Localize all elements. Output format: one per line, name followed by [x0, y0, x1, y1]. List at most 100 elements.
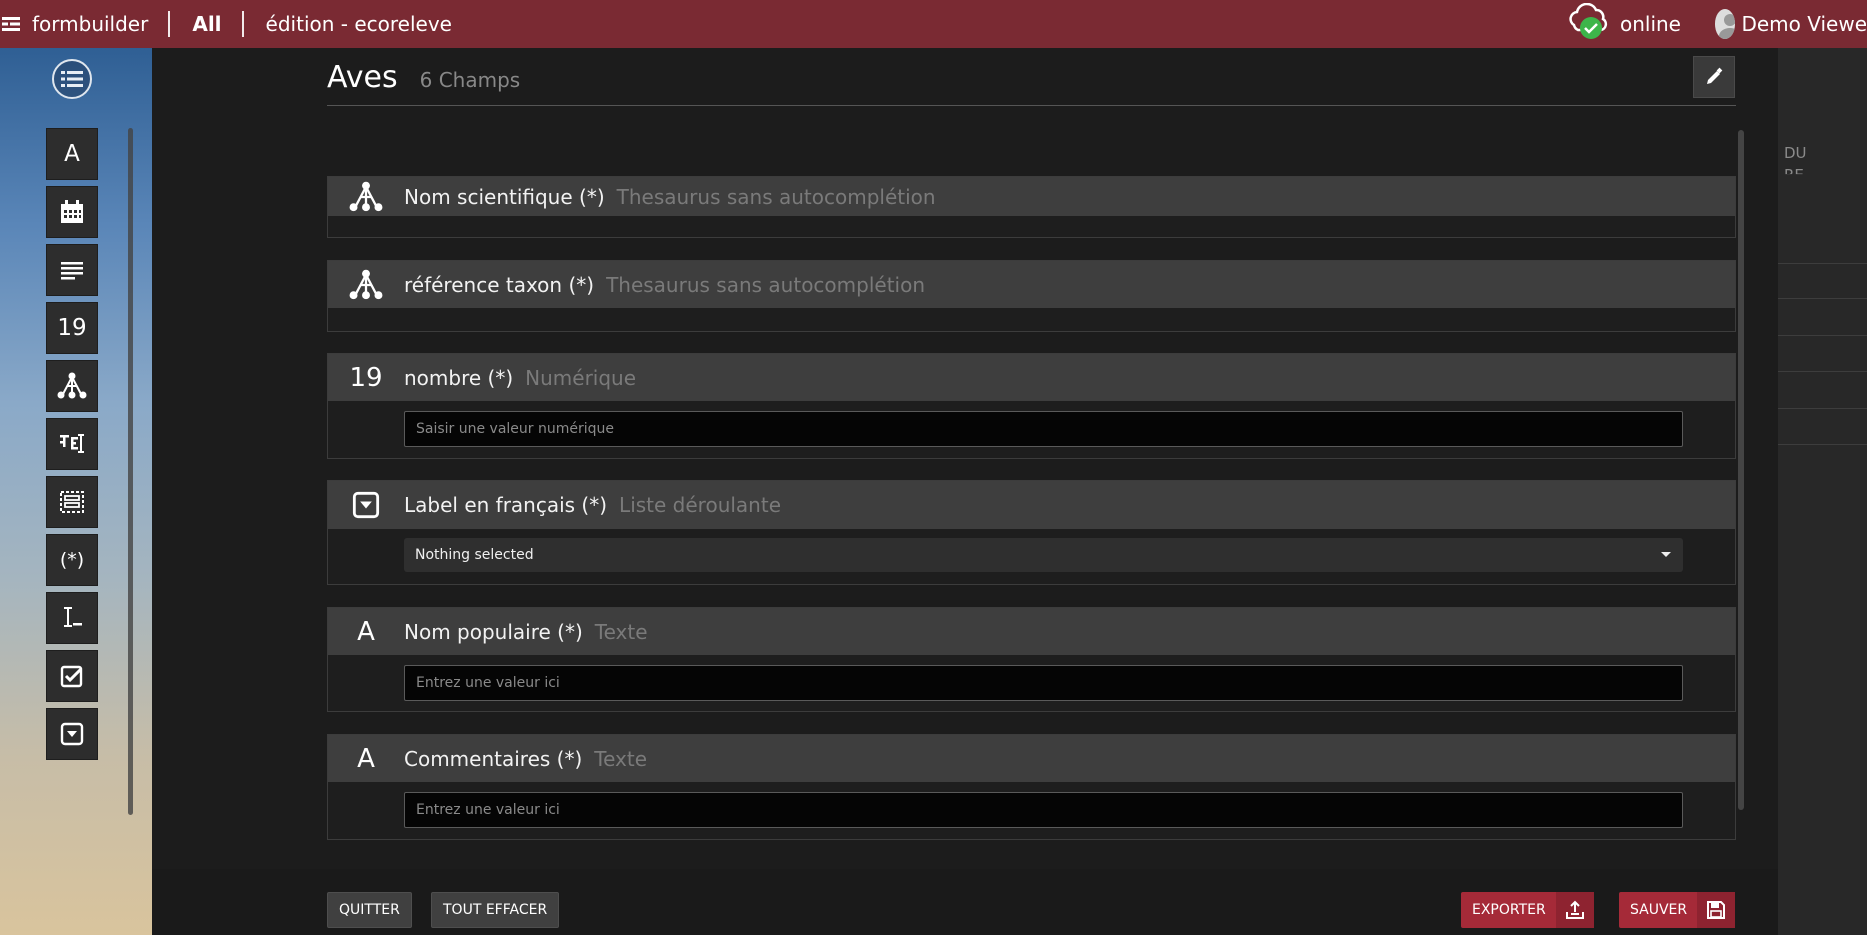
label-select[interactable]: Nothing selected: [404, 538, 1683, 572]
divider: [1778, 444, 1867, 445]
form-header: Aves 6 Champs: [327, 60, 1736, 106]
field-card[interactable]: A Nom populaire (*) Texte Entrez une val…: [327, 607, 1736, 712]
popular-name-input[interactable]: Entrez une valeur ici: [404, 665, 1683, 701]
subform-field-tool[interactable]: [46, 476, 98, 528]
select-value: Nothing selected: [415, 547, 534, 563]
divider: [1778, 335, 1867, 336]
thesaurus-icon: [328, 181, 404, 213]
field-type: Thesaurus sans autocomplétion: [616, 184, 936, 209]
avatar[interactable]: [1715, 9, 1736, 39]
divider: [1778, 408, 1867, 409]
divider: [168, 11, 171, 37]
list-view-button[interactable]: [52, 59, 92, 99]
export-icon: [1555, 892, 1594, 928]
tool-sidebar: A 19 (*): [0, 48, 152, 935]
field-card[interactable]: 19 nombre (*) Numérique Saisir une valeu…: [327, 353, 1736, 459]
dropdown-field-tool[interactable]: [46, 708, 98, 760]
text-icon: A: [357, 616, 375, 647]
thesaurus-field-tool[interactable]: [46, 360, 98, 412]
textarea-field-tool[interactable]: [46, 244, 98, 296]
calendar-icon: [61, 200, 83, 223]
field-list: Nom scientifique (*) Thesaurus sans auto…: [327, 128, 1736, 853]
field-type: Liste déroulante: [619, 493, 781, 517]
field-name: référence taxon (*): [404, 272, 595, 297]
form-title: Aves: [327, 60, 398, 95]
field-name: Label en français (*): [404, 493, 608, 517]
text-cursor-icon: [64, 607, 82, 627]
text-icon: A: [64, 141, 80, 167]
number-icon: 19: [349, 362, 383, 393]
thesaurus-icon: [328, 269, 404, 301]
subform-icon: [60, 491, 84, 513]
field-header[interactable]: référence taxon (*) Thesaurus sans autoc…: [328, 261, 1735, 308]
panel-text-fragment: RE: [1784, 166, 1804, 184]
clear-all-button[interactable]: TOUT EFFACER: [431, 892, 560, 928]
comments-input[interactable]: Entrez une valeur ici: [404, 792, 1683, 828]
field-header[interactable]: Label en français (*) Liste déroulante: [328, 481, 1735, 529]
connection-status: online: [1566, 2, 1681, 46]
field-header[interactable]: 19 nombre (*) Numérique: [328, 354, 1735, 401]
field-type: Texte: [594, 746, 648, 771]
right-panel: DU RE: [1778, 48, 1867, 935]
quit-button[interactable]: QUITTER: [327, 892, 412, 928]
brand[interactable]: formbuilder: [0, 12, 148, 36]
autocomplete-field-tool[interactable]: [46, 418, 98, 470]
text-cursor-field-tool[interactable]: [46, 592, 98, 644]
field-header[interactable]: A Commentaires (*) Texte: [328, 735, 1735, 782]
user-name[interactable]: Demo Viewe: [1741, 12, 1867, 36]
thesaurus-icon: [57, 372, 87, 399]
textarea-icon: [61, 262, 83, 280]
field-type: Thesaurus sans autocomplétion: [606, 272, 926, 297]
pattern-icon: (*): [59, 549, 85, 571]
field-card[interactable]: référence taxon (*) Thesaurus sans autoc…: [327, 260, 1736, 332]
number-icon: 19: [57, 315, 87, 341]
online-label: online: [1619, 12, 1681, 36]
field-header[interactable]: A Nom populaire (*) Texte: [328, 608, 1735, 655]
number-input[interactable]: Saisir une valeur numérique: [404, 411, 1683, 447]
field-count: 6 Champs: [419, 68, 521, 92]
context-label[interactable]: édition - ecoreleve: [266, 12, 452, 36]
pencil-icon: [1707, 67, 1723, 84]
field-card[interactable]: Nom scientifique (*) Thesaurus sans auto…: [327, 176, 1736, 238]
checkbox-icon: [60, 665, 83, 688]
text-icon: A: [357, 743, 375, 774]
filter-all[interactable]: All: [192, 12, 221, 36]
number-field-tool[interactable]: 19: [46, 302, 98, 354]
field-card[interactable]: A Commentaires (*) Texte Entrez une vale…: [327, 734, 1736, 840]
divider: [241, 11, 244, 37]
pattern-field-tool[interactable]: (*): [46, 534, 98, 586]
save-label: SAUVER: [1630, 902, 1688, 918]
dropdown-icon: [328, 491, 404, 519]
field-header[interactable]: Nom scientifique (*) Thesaurus sans auto…: [328, 177, 1735, 216]
text-field-tool[interactable]: A: [46, 128, 98, 180]
field-name: Commentaires (*): [404, 746, 583, 771]
user-menu[interactable]: Demo Viewe: [1715, 9, 1867, 39]
checkbox-field-tool[interactable]: [46, 650, 98, 702]
export-button[interactable]: EXPORTER: [1461, 892, 1594, 928]
field-name: Nom scientifique (*): [404, 184, 605, 209]
field-card[interactable]: Label en français (*) Liste déroulante N…: [327, 480, 1736, 585]
save-button[interactable]: SAUVER: [1619, 892, 1736, 928]
field-type: Texte: [594, 619, 648, 644]
date-field-tool[interactable]: [46, 186, 98, 238]
cloud-check-icon: [1566, 2, 1612, 46]
field-list-scrollbar[interactable]: [1738, 130, 1744, 810]
form-editor: Aves 6 Champs Nom scientifique (*) Thesa…: [152, 48, 1778, 935]
export-label: EXPORTER: [1472, 902, 1546, 918]
menu-icon[interactable]: [2, 12, 22, 36]
dropdown-icon: [60, 722, 84, 746]
field-name: nombre (*): [404, 365, 514, 390]
autocomplete-icon: [60, 434, 84, 453]
app-name[interactable]: formbuilder: [32, 12, 148, 36]
divider: [1778, 371, 1867, 372]
field-name: Nom populaire (*): [404, 619, 583, 644]
top-bar: formbuilder All édition - ecoreleve onli…: [0, 0, 1867, 48]
divider: [1778, 298, 1867, 299]
floppy-disk-icon: [1697, 892, 1736, 928]
divider: [1778, 263, 1867, 264]
field-type: Numérique: [525, 365, 637, 390]
chevron-down-icon: [1661, 552, 1671, 557]
sidebar-scrollbar[interactable]: [128, 128, 133, 815]
edit-form-button[interactable]: [1693, 56, 1735, 98]
panel-text-fragment: DU: [1784, 144, 1807, 162]
